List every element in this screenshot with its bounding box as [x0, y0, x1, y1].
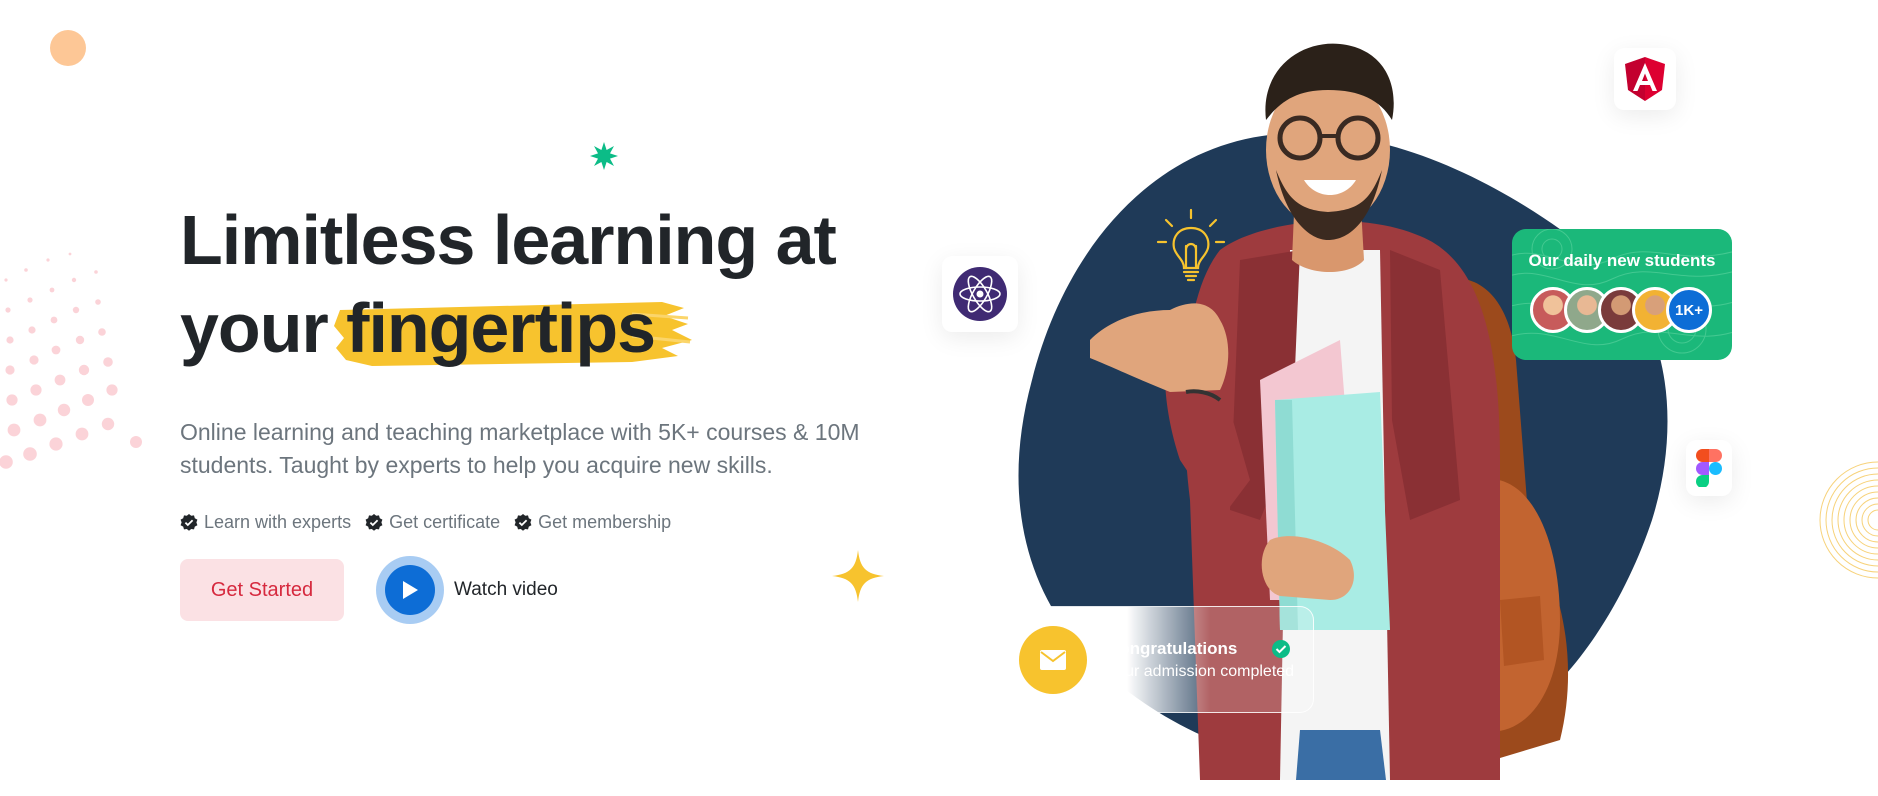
mail-icon-circle [1019, 625, 1087, 694]
avatar-group: 1K+ [1530, 287, 1732, 333]
mail-icon [1040, 649, 1066, 670]
hero-actions: Get Started Watch video [180, 556, 558, 624]
yellow-sparkle-icon [832, 550, 884, 602]
play-icon [403, 581, 418, 599]
feature-label: Get certificate [389, 512, 501, 532]
atom-icon [953, 267, 1007, 321]
feature-item: Get membership [514, 512, 671, 533]
admission-text: Congratulations Your admission completed [1107, 639, 1294, 681]
daily-students-title: Our daily new students [1528, 251, 1716, 270]
get-started-button[interactable]: Get Started [180, 559, 344, 621]
feature-item: Learn with experts [180, 512, 351, 533]
rings-decoration [1819, 461, 1878, 579]
admission-title: Congratulations [1107, 639, 1294, 659]
atom-tile [942, 256, 1018, 332]
play-button-ring[interactable] [376, 556, 444, 624]
daily-students-card: Our daily new students 1K+ [1512, 229, 1732, 360]
check-badge-icon [180, 513, 198, 531]
figma-icon [1696, 449, 1722, 487]
green-star-icon [590, 142, 618, 170]
hero-title-highlight: fingertips [334, 284, 693, 372]
play-button[interactable] [385, 565, 435, 615]
angular-icon [1625, 57, 1665, 101]
dot-pattern-decoration [0, 252, 142, 469]
admission-subtitle: Your admission completed [1107, 662, 1295, 680]
hero-content: Limitless learning at your fingertips On… [180, 196, 900, 533]
check-badge-icon [365, 513, 383, 531]
more-students-badge: 1K+ [1666, 287, 1712, 333]
admission-title-text: Congratulations [1107, 638, 1238, 658]
hero-title-highlight-text: fingertips [346, 289, 656, 367]
feature-list: Learn with experts Get certificate Get m… [180, 512, 900, 533]
hero-title-line1: Limitless learning at [180, 201, 837, 279]
watch-video-label[interactable]: Watch video [454, 579, 558, 601]
angular-tile [1614, 48, 1676, 110]
watch-video-button[interactable]: Watch video [376, 556, 558, 624]
admission-notification: Congratulations Your admission completed [1000, 606, 1314, 713]
check-badge-icon [514, 513, 532, 531]
hero-subtitle: Online learning and teaching marketplace… [180, 419, 860, 478]
check-circle-icon [1272, 639, 1291, 658]
hero-title-prefix: your [180, 289, 329, 367]
feature-item: Get certificate [365, 512, 500, 533]
figma-tile [1686, 440, 1732, 496]
hero-title: Limitless learning at your fingertips [180, 196, 900, 372]
feature-label: Learn with experts [204, 512, 352, 532]
feature-label: Get membership [538, 512, 672, 532]
orange-dot-decoration [50, 30, 86, 66]
